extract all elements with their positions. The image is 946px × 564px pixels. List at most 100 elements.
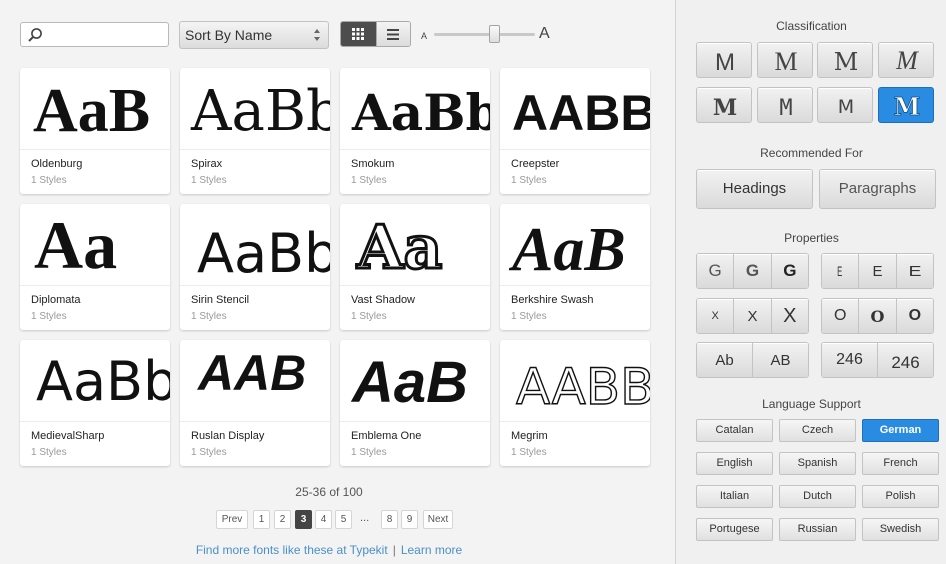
- typekit-link[interactable]: Find more fonts like these at Typekit: [196, 543, 388, 557]
- font-card-spirax[interactable]: AaBb Spirax 1 Styles: [180, 68, 330, 194]
- width-condensed-button[interactable]: E: [822, 254, 859, 288]
- svg-text:M: M: [838, 96, 854, 118]
- weight-filter-group: G G G: [696, 253, 809, 289]
- sort-select-label: Sort By Name: [185, 27, 273, 43]
- classification-handwritten-button[interactable]: M: [817, 87, 873, 123]
- font-card-medievalsharp[interactable]: AaBb MedievalSharp 1 Styles: [20, 340, 170, 466]
- svg-text:AaBb: AaBb: [36, 350, 170, 413]
- x-height-high-button[interactable]: X: [770, 299, 808, 333]
- language-italian-button[interactable]: Italian: [696, 485, 773, 508]
- sort-select[interactable]: Sort By Name: [179, 21, 329, 49]
- width-filter-group: E E E: [821, 253, 934, 289]
- font-name: Emblema One: [351, 430, 422, 442]
- caps-filter-group: Ab AB: [696, 342, 809, 378]
- recommended-heading: Recommended For: [760, 146, 863, 160]
- contrast-low-button[interactable]: O: [822, 299, 859, 333]
- classification-sans-serif-button[interactable]: M: [696, 42, 752, 78]
- search-input[interactable]: [20, 22, 169, 47]
- properties-heading: Properties: [784, 231, 839, 245]
- svg-text:AaBb: AaBb: [197, 222, 330, 285]
- page-button-1[interactable]: 1: [253, 510, 270, 529]
- font-card-diplomata[interactable]: Aa Diplomata 1 Styles: [20, 204, 170, 330]
- language-swedish-button[interactable]: Swedish: [862, 518, 939, 541]
- page-button-8[interactable]: 8: [381, 510, 398, 529]
- size-small-label: A: [421, 31, 428, 41]
- recommended-paragraphs-button[interactable]: Paragraphs: [819, 169, 936, 209]
- page-button-9[interactable]: 9: [401, 510, 418, 529]
- page-button-3-current[interactable]: 3: [295, 510, 312, 529]
- language-dutch-button[interactable]: Dutch: [779, 485, 856, 508]
- language-spanish-button[interactable]: Spanish: [779, 452, 856, 475]
- next-page-button[interactable]: Next: [423, 510, 453, 529]
- font-card-sirin-stencil[interactable]: AaBb Sirin Stencil 1 Styles: [180, 204, 330, 330]
- font-preview: AaBb: [20, 340, 170, 422]
- font-card-megrim[interactable]: AABB Megrim 1 Styles: [500, 340, 650, 466]
- x-height-medium-button[interactable]: X: [733, 299, 771, 333]
- size-slider-thumb[interactable]: [489, 25, 500, 43]
- classification-blackletter-button[interactable]: M: [696, 87, 752, 123]
- language-russian-button[interactable]: Russian: [779, 518, 856, 541]
- weight-light-button[interactable]: G: [697, 254, 734, 288]
- font-preview: AaB: [20, 68, 170, 150]
- font-card-oldenburg[interactable]: AaB Oldenburg 1 Styles: [20, 68, 170, 194]
- weight-heavy-button[interactable]: G: [770, 254, 808, 288]
- font-style-count: 1 Styles: [351, 447, 387, 458]
- language-czech-button[interactable]: Czech: [779, 419, 856, 442]
- language-french-button[interactable]: French: [862, 452, 939, 475]
- language-english-button[interactable]: English: [696, 452, 773, 475]
- caps-mixed-button[interactable]: Ab: [697, 343, 752, 377]
- contrast-filter-group: O O O: [821, 298, 934, 334]
- prev-page-button[interactable]: Prev: [216, 510, 248, 529]
- classification-monospaced-button[interactable]: M: [757, 87, 813, 123]
- classification-slab-serif-button[interactable]: M: [817, 42, 873, 78]
- x-height-low-button[interactable]: X: [697, 299, 734, 333]
- font-card-emblema-one[interactable]: AaB Emblema One 1 Styles: [340, 340, 490, 466]
- font-card-vast-shadow[interactable]: Aa Vast Shadow 1 Styles: [340, 204, 490, 330]
- contrast-high-button[interactable]: O: [895, 299, 933, 333]
- language-german-button-active[interactable]: German: [862, 419, 939, 442]
- width-normal-button[interactable]: E: [858, 254, 896, 288]
- language-portugese-button[interactable]: Portugese: [696, 518, 773, 541]
- classification-script-button[interactable]: M: [878, 42, 934, 78]
- weight-regular-button[interactable]: G: [733, 254, 771, 288]
- font-preview: AABB: [500, 340, 650, 422]
- font-name: Spirax: [191, 158, 223, 170]
- font-style-count: 1 Styles: [511, 311, 547, 322]
- language-polish-button[interactable]: Polish: [862, 485, 939, 508]
- font-name: Diplomata: [31, 294, 81, 306]
- list-icon: [387, 28, 400, 40]
- font-style-count: 1 Styles: [191, 175, 227, 186]
- font-card-ruslan-display[interactable]: AAB Ruslan Display 1 Styles: [180, 340, 330, 466]
- font-preview: AaB: [500, 204, 650, 286]
- classification-serif-button[interactable]: M: [757, 42, 813, 78]
- page-button-5[interactable]: 5: [335, 510, 352, 529]
- page-button-2[interactable]: 2: [274, 510, 291, 529]
- svg-text:M: M: [715, 49, 735, 76]
- contrast-medium-button[interactable]: O: [858, 299, 896, 333]
- caps-all-button[interactable]: AB: [752, 343, 808, 377]
- numerals-oldstyle-button[interactable]: 246: [877, 343, 933, 377]
- classification-decorative-button-active[interactable]: M: [878, 87, 934, 123]
- size-slider-track[interactable]: [434, 33, 535, 36]
- footer-separator: |: [392, 543, 396, 557]
- numerals-lining-button[interactable]: 246: [822, 343, 877, 377]
- font-name: Smokum: [351, 158, 395, 170]
- font-card-berkshire-swash[interactable]: AaB Berkshire Swash 1 Styles: [500, 204, 650, 330]
- recommended-headings-button[interactable]: Headings: [696, 169, 813, 209]
- width-wide-button[interactable]: E: [895, 254, 933, 288]
- font-style-count: 1 Styles: [191, 311, 227, 322]
- list-view-button[interactable]: [375, 22, 410, 46]
- page-button-4[interactable]: 4: [315, 510, 332, 529]
- font-card-creepster[interactable]: AABBC Creepster 1 Styles: [500, 68, 650, 194]
- grid-icon: [352, 28, 365, 40]
- grid-view-button[interactable]: [341, 22, 376, 46]
- svg-text:AaB: AaB: [350, 350, 468, 415]
- font-preview: AaBb: [180, 68, 330, 150]
- learn-more-link[interactable]: Learn more: [401, 543, 462, 557]
- svg-text:M: M: [774, 47, 797, 76]
- font-preview: AaBb: [180, 204, 330, 286]
- font-card-smokum[interactable]: AaBbC Smokum 1 Styles: [340, 68, 490, 194]
- language-catalan-button[interactable]: Catalan: [696, 419, 773, 442]
- language-heading: Language Support: [762, 397, 861, 411]
- font-style-count: 1 Styles: [351, 311, 387, 322]
